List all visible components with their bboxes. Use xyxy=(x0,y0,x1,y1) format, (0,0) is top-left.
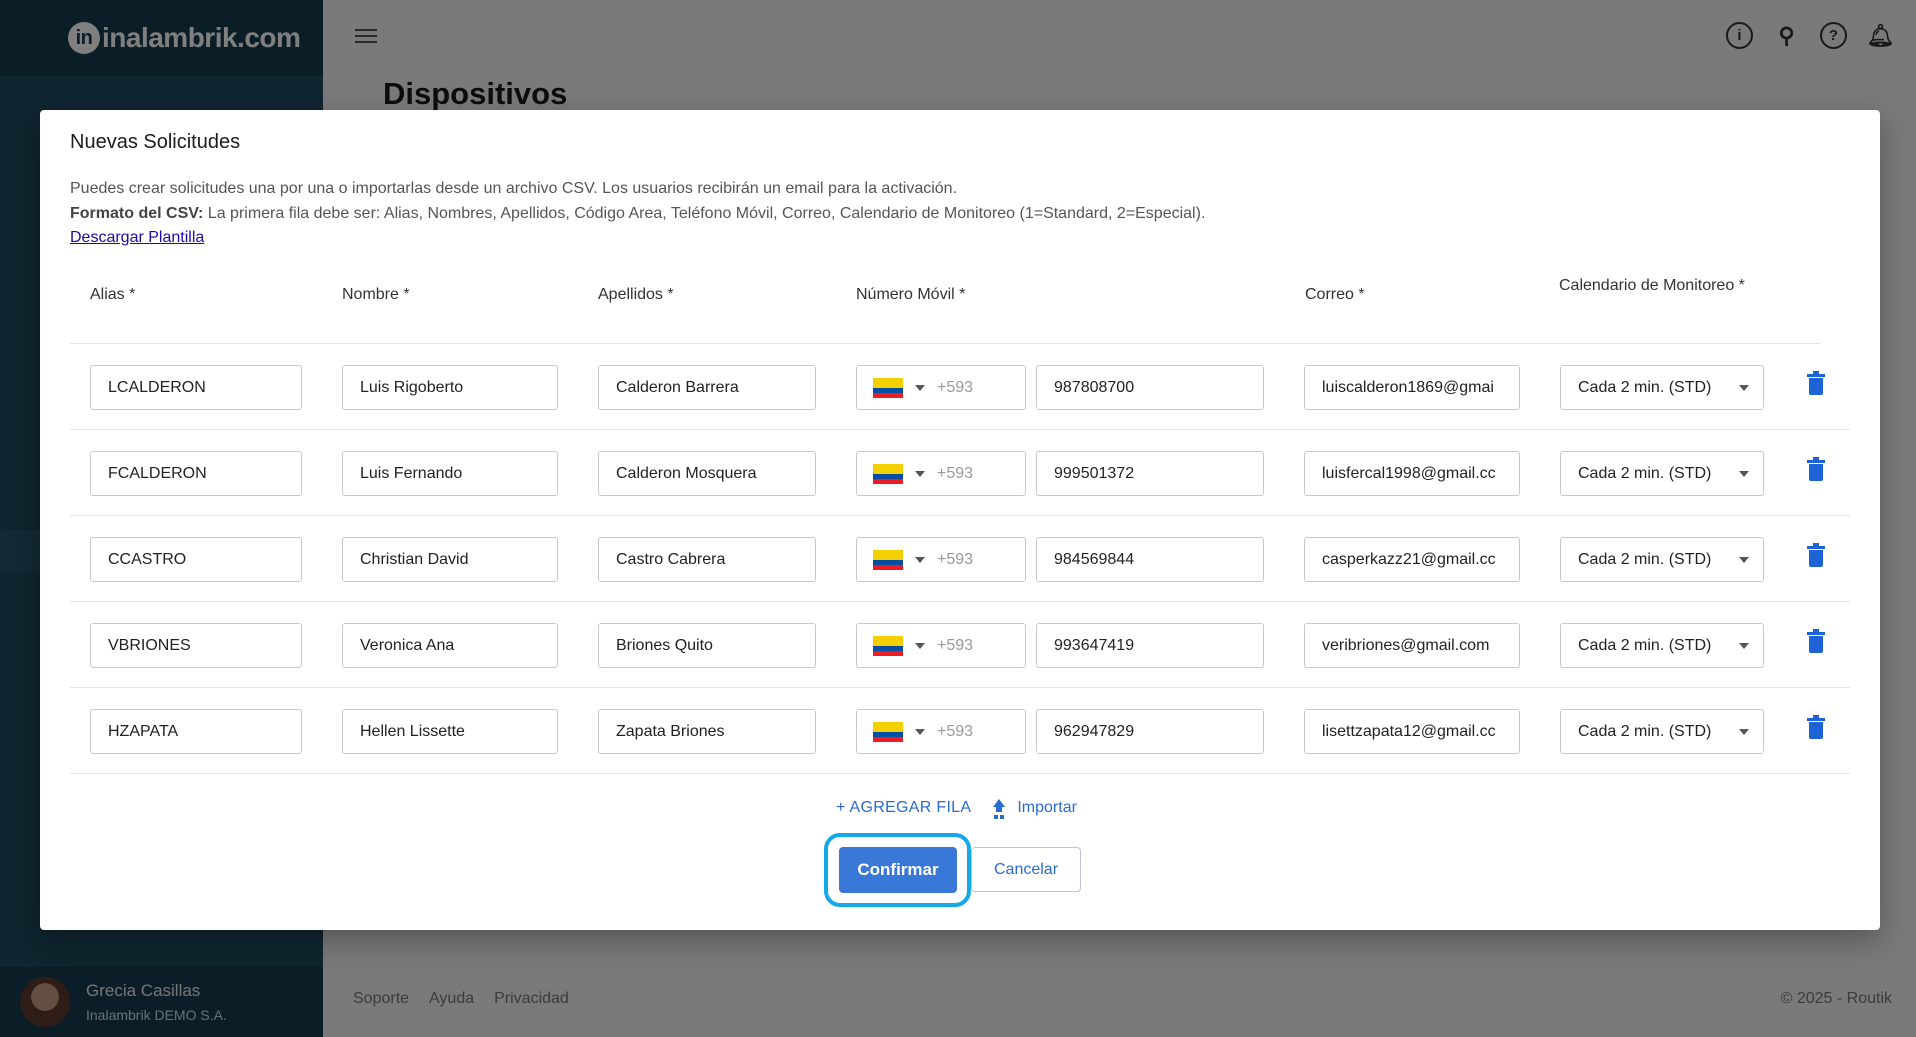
chevron-down-icon xyxy=(1739,471,1749,477)
country-code-select[interactable]: +593 xyxy=(856,537,1026,582)
modal-title: Nuevas Solicitudes xyxy=(70,131,241,153)
col-header-alias: Alias * xyxy=(90,286,136,303)
csv-format-label: Formato del CSV: xyxy=(70,204,204,222)
nombre-input[interactable]: Luis Fernando xyxy=(342,451,558,496)
email-input[interactable]: luiscalderon1869@gmai xyxy=(1304,365,1520,410)
delete-row-trash-icon[interactable] xyxy=(1807,543,1825,568)
email-input[interactable]: luisfercal1998@gmail.cc xyxy=(1304,451,1520,496)
chevron-down-icon xyxy=(915,642,925,649)
ecuador-flag-icon xyxy=(873,721,903,742)
apellidos-input[interactable]: Zapata Briones xyxy=(598,709,816,754)
nombre-input[interactable]: Hellen Lissette xyxy=(342,709,558,754)
dial-code: +593 xyxy=(937,636,974,654)
delete-row-trash-icon[interactable] xyxy=(1807,457,1825,482)
description-text: Puedes crear solicitudes una por una o i… xyxy=(70,180,958,197)
country-code-select[interactable]: +593 xyxy=(856,365,1026,410)
import-button[interactable]: Importar xyxy=(991,799,1077,817)
table-row: HZAPATA Hellen Lissette Zapata Briones +… xyxy=(70,688,1850,774)
mobile-number-input[interactable]: 984569844 xyxy=(1036,537,1264,582)
alias-input[interactable]: LCALDERON xyxy=(90,365,302,410)
cancel-button[interactable]: Cancelar xyxy=(971,847,1081,892)
calendar-select-value: Cada 2 min. (STD) xyxy=(1578,636,1712,654)
add-row-button[interactable]: + AGREGAR FILA xyxy=(836,799,971,817)
email-input[interactable]: casperkazz21@gmail.cc xyxy=(1304,537,1520,582)
apellidos-input[interactable]: Briones Quito xyxy=(598,623,816,668)
table-row: CCASTRO Christian David Castro Cabrera +… xyxy=(70,516,1850,602)
alias-input[interactable]: FCALDERON xyxy=(90,451,302,496)
chevron-down-icon xyxy=(915,470,925,477)
calendar-select-value: Cada 2 min. (STD) xyxy=(1578,550,1712,568)
apellidos-input[interactable]: Calderon Barrera xyxy=(598,365,816,410)
apellidos-input[interactable]: Castro Cabrera xyxy=(598,537,816,582)
chevron-down-icon xyxy=(915,384,925,391)
calendar-select[interactable]: Cada 2 min. (STD) xyxy=(1560,365,1764,410)
chevron-down-icon xyxy=(915,556,925,563)
delete-row-trash-icon[interactable] xyxy=(1807,629,1825,654)
dial-code: +593 xyxy=(937,378,974,396)
calendar-select[interactable]: Cada 2 min. (STD) xyxy=(1560,537,1764,582)
calendar-select[interactable]: Cada 2 min. (STD) xyxy=(1560,451,1764,496)
nombre-input[interactable]: Veronica Ana xyxy=(342,623,558,668)
col-header-apellidos: Apellidos * xyxy=(598,286,674,303)
ecuador-flag-icon xyxy=(873,377,903,398)
country-code-select[interactable]: +593 xyxy=(856,451,1026,496)
calendar-select-value: Cada 2 min. (STD) xyxy=(1578,378,1712,396)
alias-input[interactable]: VBRIONES xyxy=(90,623,302,668)
apellidos-input[interactable]: Calderon Mosquera xyxy=(598,451,816,496)
delete-row-trash-icon[interactable] xyxy=(1807,715,1825,740)
csv-format-text: La primera fila debe ser: Alias, Nombres… xyxy=(203,204,1206,222)
alias-input[interactable]: CCASTRO xyxy=(90,537,302,582)
alias-input[interactable]: HZAPATA xyxy=(90,709,302,754)
col-header-movil: Número Móvil * xyxy=(856,286,966,303)
modal-description: Puedes crear solicitudes una por una o i… xyxy=(70,177,1205,251)
table-row: LCALDERON Luis Rigoberto Calderon Barrer… xyxy=(70,344,1850,430)
ecuador-flag-icon xyxy=(873,549,903,570)
download-template-link[interactable]: Descargar Plantilla xyxy=(70,229,204,246)
col-header-calendario: Calendario de Monitoreo * xyxy=(1559,277,1745,294)
dial-code: +593 xyxy=(937,722,974,740)
calendar-select-value: Cada 2 min. (STD) xyxy=(1578,464,1712,482)
dial-code: +593 xyxy=(937,550,974,568)
email-input[interactable]: lisettzapata12@gmail.cc xyxy=(1304,709,1520,754)
ecuador-flag-icon xyxy=(873,635,903,656)
chevron-down-icon xyxy=(915,728,925,735)
chevron-down-icon xyxy=(1739,643,1749,649)
mobile-number-input[interactable]: 962947829 xyxy=(1036,709,1264,754)
email-input[interactable]: veribriones@gmail.com xyxy=(1304,623,1520,668)
import-label: Importar xyxy=(1017,799,1077,816)
chevron-down-icon xyxy=(1739,729,1749,735)
calendar-select[interactable]: Cada 2 min. (STD) xyxy=(1560,709,1764,754)
table-row: FCALDERON Luis Fernando Calderon Mosquer… xyxy=(70,430,1850,516)
calendar-select[interactable]: Cada 2 min. (STD) xyxy=(1560,623,1764,668)
nombre-input[interactable]: Luis Rigoberto xyxy=(342,365,558,410)
col-header-nombre: Nombre * xyxy=(342,286,410,303)
mobile-number-input[interactable]: 987808700 xyxy=(1036,365,1264,410)
table-actions: + AGREGAR FILA Importar xyxy=(836,799,1077,817)
col-header-correo: Correo * xyxy=(1305,286,1365,303)
table-row: VBRIONES Veronica Ana Briones Quito +593… xyxy=(70,602,1850,688)
nombre-input[interactable]: Christian David xyxy=(342,537,558,582)
chevron-down-icon xyxy=(1739,385,1749,391)
upload-icon xyxy=(991,799,1007,817)
calendar-select-value: Cada 2 min. (STD) xyxy=(1578,722,1712,740)
new-requests-modal: Nuevas Solicitudes Puedes crear solicitu… xyxy=(40,110,1880,930)
dial-code: +593 xyxy=(937,464,974,482)
chevron-down-icon xyxy=(1739,557,1749,563)
confirm-button[interactable]: Confirmar xyxy=(839,847,957,893)
ecuador-flag-icon xyxy=(873,463,903,484)
country-code-select[interactable]: +593 xyxy=(856,709,1026,754)
mobile-number-input[interactable]: 993647419 xyxy=(1036,623,1264,668)
delete-row-trash-icon[interactable] xyxy=(1807,371,1825,396)
mobile-number-input[interactable]: 999501372 xyxy=(1036,451,1264,496)
country-code-select[interactable]: +593 xyxy=(856,623,1026,668)
